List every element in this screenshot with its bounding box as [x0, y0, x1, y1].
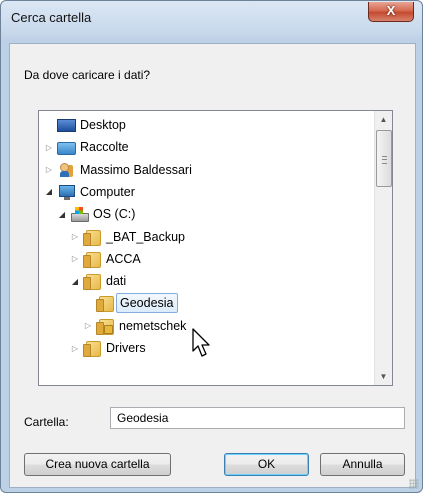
collapsed-arrow-icon[interactable]: ▷ [44, 165, 54, 174]
tree-scrollbar[interactable]: ▲ ▼ [374, 111, 392, 385]
tree-item[interactable]: ▷ nemetschek [83, 315, 186, 337]
folder-icon [83, 340, 101, 357]
collapsed-arrow-icon[interactable]: ▷ [70, 232, 80, 241]
tree-item[interactable]: ◢ Computer [44, 181, 135, 203]
folder-icon [83, 251, 101, 268]
tree-item-label: Computer [80, 184, 135, 199]
folder-field-label: Cartella: [24, 415, 69, 429]
computer-icon [57, 184, 75, 200]
new-folder-button[interactable]: Crea nuova cartella [24, 453, 171, 476]
expanded-arrow-icon[interactable]: ◢ [70, 277, 80, 286]
tree-item[interactable]: Geodesia [83, 292, 178, 314]
tree-item[interactable]: ▷ ACCA [70, 248, 141, 270]
browse-folder-dialog: Cerca cartella X Da dove caricare i dati… [0, 0, 423, 493]
tree-item-label: Desktop [80, 118, 126, 132]
resize-grip[interactable] [409, 479, 419, 489]
desktop-icon [57, 117, 76, 133]
collapsed-arrow-icon[interactable]: ▷ [83, 321, 93, 330]
folder-icon [83, 273, 101, 291]
tree-item[interactable]: ◢ OS (C:) [57, 203, 135, 225]
scroll-down-arrow-icon[interactable]: ▼ [375, 368, 392, 385]
folder-tree-items: Desktop ▷ Raccolte ▷ Massimo Baldessari ◢ Comp… [39, 111, 375, 385]
tree-item[interactable]: Desktop [44, 114, 126, 136]
close-icon: X [386, 3, 396, 18]
folder-icon [96, 295, 114, 313]
tree-item-label: Drivers [106, 341, 146, 355]
dialog-prompt: Da dove caricare i dati? [24, 68, 151, 82]
tree-item[interactable]: ▷ Massimo Baldessari [44, 159, 192, 181]
title-bar[interactable]: Cerca cartella X [1, 1, 422, 41]
folder-tree[interactable]: Desktop ▷ Raccolte ▷ Massimo Baldessari ◢ Comp… [38, 110, 393, 386]
tree-item-label: Massimo Baldessari [80, 162, 192, 177]
tree-item-label: Raccolte [80, 140, 129, 155]
libraries-icon [57, 139, 76, 156]
scroll-up-arrow-icon[interactable]: ▲ [375, 111, 392, 128]
tree-item-label: OS (C:) [93, 207, 136, 222]
folder-icon [83, 229, 101, 246]
tree-item-label: ACCA [106, 251, 141, 266]
drive-icon [70, 206, 89, 223]
tree-item[interactable]: ◢ dati [70, 270, 126, 292]
ok-button[interactable]: OK [224, 453, 309, 476]
tree-item[interactable]: ▷ Raccolte [44, 136, 129, 158]
window-title: Cerca cartella [11, 10, 92, 25]
locked-folder-icon [96, 318, 114, 335]
dialog-body: Da dove caricare i dati? Desktop ▷ Raccolt… [9, 43, 416, 488]
tree-item-label: _BAT_Backup [106, 229, 185, 244]
tree-item-label: Geodesia [116, 293, 178, 314]
cancel-button[interactable]: Annulla [320, 453, 405, 476]
collapsed-arrow-icon[interactable]: ▷ [70, 344, 80, 353]
scroll-thumb[interactable] [376, 130, 392, 187]
expanded-arrow-icon[interactable]: ◢ [44, 187, 54, 196]
collapsed-arrow-icon[interactable]: ▷ [70, 254, 80, 263]
tree-item[interactable]: ▷ Drivers [70, 337, 146, 359]
tree-item[interactable]: ▷ _BAT_Backup [70, 226, 185, 248]
close-button[interactable]: X [368, 2, 414, 22]
tree-item-label: dati [106, 274, 127, 289]
user-folder-icon [57, 162, 75, 178]
tree-item-label: nemetschek [119, 318, 187, 333]
collapsed-arrow-icon[interactable]: ▷ [44, 143, 54, 152]
folder-name-input[interactable] [110, 407, 405, 429]
expanded-arrow-icon[interactable]: ◢ [57, 210, 67, 219]
